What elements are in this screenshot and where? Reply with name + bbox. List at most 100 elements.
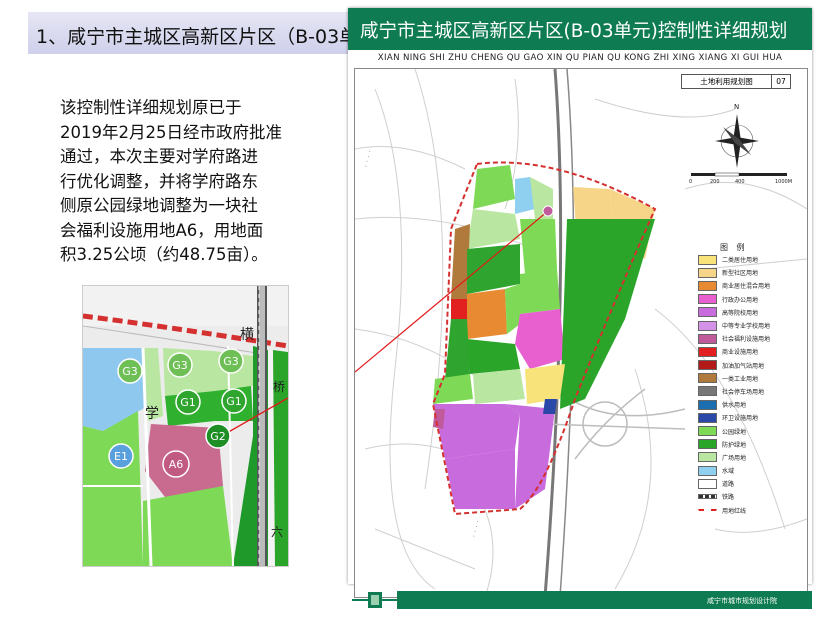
inset-label-g2: G2 [205, 423, 231, 449]
map-header: 咸宁市主城区高新区片区(B-03单元)控制性详细规划 [348, 8, 812, 50]
legend-swatch [698, 399, 717, 410]
description-line: 行优化调整，并将学府路东 [60, 171, 258, 191]
inset-road-qiao: 桥 [273, 380, 285, 394]
inset-road-heng: 横 [240, 327, 254, 343]
description-line: 通过，本次主要对学府路进 [60, 147, 258, 166]
legend-swatch [698, 320, 717, 331]
svg-text:G1: G1 [226, 395, 242, 408]
inset-label-g1a: G1 [175, 389, 201, 415]
legend-swatch [698, 307, 717, 318]
legend-item: 新型社区用地 [698, 266, 770, 279]
legend-swatch [698, 373, 717, 384]
svg-text:200: 200 [710, 179, 720, 185]
legend-label: 供水用地 [722, 402, 747, 410]
legend-swatch [698, 494, 717, 500]
legend-label: 用地红线 [722, 507, 747, 515]
description-text: 该控制性详细规划原已于 2019年2月25日经市政府批准 通过，本次主要对学府路… [60, 96, 310, 268]
legend-item: 社会停车场用地 [698, 385, 770, 398]
legend-item: 供水用地 [698, 398, 770, 411]
legend-swatch [698, 267, 717, 278]
legend-swatch [698, 508, 717, 512]
description-line: 会福利设施用地A6，用地面 [60, 220, 264, 240]
inset-label-g3b: G3 [167, 352, 193, 378]
svg-text:0: 0 [689, 179, 692, 185]
svg-text:1000M: 1000M [775, 179, 792, 185]
inset-map-drawing: G3 G3 G3 G1 G1 G2 E1 A6 横 学 桥 六 [83, 286, 288, 566]
footer-institute: 咸宁市城市规划设计院 [707, 597, 777, 605]
legend-swatch [698, 426, 717, 437]
inset-label-g3c: G3 [218, 348, 244, 374]
svg-text:G3: G3 [122, 365, 138, 378]
plan-map-panel: 咸宁市主城区高新区片区(B-03单元)控制性详细规划 XIAN NING SHI… [348, 8, 812, 598]
sheet-number: 07 [771, 74, 791, 89]
legend-label: 高等院校用地 [722, 309, 759, 317]
legend-item: 商业居住混合用地 [698, 279, 770, 292]
map-subtitle-pinyin: XIAN NING SHI ZHU CHENG QU GAO XIN QU PI… [377, 53, 783, 63]
legend-label: 铁路 [722, 494, 735, 502]
legend-swatch [698, 386, 717, 397]
legend-swatch [698, 346, 717, 357]
slide-title: 1、咸宁市主城区高新区片区（B-03单 [36, 26, 359, 48]
legend-swatch [698, 412, 717, 423]
map-legend: 二类居住用地 新型社区用地商业居住混合用地 行政办公用地 高等院校用地中等专业学校用地… [698, 253, 770, 517]
legend-label: 商业居住混合用地 [722, 283, 771, 291]
svg-text:G1: G1 [180, 396, 196, 409]
legend-label: 环卫设施用地 [722, 415, 759, 423]
legend-label: 社会福利设施用地 [722, 336, 771, 344]
inset-label-a6: A6 [162, 450, 190, 478]
legend-item: 一类工业用地 [698, 372, 770, 385]
legend-swatch [698, 280, 717, 291]
legend-item: 高等院校用地 [698, 306, 770, 319]
footer-decoration [352, 592, 398, 608]
legend-label: 商业设施用地 [722, 349, 759, 357]
legend-swatch [698, 294, 717, 305]
legend-item: 道路 [698, 477, 770, 490]
legend-label: 一类工业用地 [722, 375, 759, 383]
legend-label: 加油加气站用地 [722, 362, 765, 370]
inset-label-g3a: G3 [117, 358, 143, 384]
svg-text:G3: G3 [172, 359, 188, 372]
legend-item: 广场用地 [698, 451, 770, 464]
legend-label: 广场用地 [722, 454, 747, 462]
legend-label: 道路 [722, 481, 735, 489]
inset-road-xue: 学 [145, 406, 159, 422]
legend-item: 二类居住用地 [698, 253, 770, 266]
legend-item: 中等专业学校用地 [698, 319, 770, 332]
legend-label: 社会停车场用地 [722, 388, 765, 396]
legend-swatch [698, 465, 717, 476]
compass-n-label: N [734, 103, 739, 111]
description-line: 该控制性详细规划原已于 [60, 98, 242, 117]
legend-item: 用地红线 [698, 504, 770, 517]
legend-item: 社会福利设施用地 [698, 332, 770, 345]
legend-label: 防护绿地 [722, 441, 747, 449]
legend-swatch [698, 452, 717, 463]
legend-label: 公园绿地 [722, 428, 747, 436]
legend-swatch [698, 254, 717, 265]
legend-item: 铁路 [698, 490, 770, 503]
sheet-name: 土地利用规划图 [681, 74, 772, 89]
legend-title: 图 例 [720, 243, 748, 252]
svg-text:E1: E1 [114, 450, 128, 463]
legend-item: 商业设施用地 [698, 345, 770, 358]
legend-label: 行政办公用地 [722, 296, 759, 304]
description-line: 侧原公园绿地调整为一块社 [60, 196, 258, 215]
legend-label: 中等专业学校用地 [722, 323, 771, 331]
inset-label-g1b: G1 [221, 388, 247, 414]
legend-label: 二类居住用地 [722, 257, 759, 265]
svg-text:G3: G3 [223, 355, 239, 368]
legend-label: 新型社区用地 [722, 270, 759, 278]
legend-swatch [698, 478, 717, 489]
legend-item: 水域 [698, 464, 770, 477]
svg-text:400: 400 [735, 179, 745, 185]
description-line: 积3.25公顷（约48.75亩）。 [60, 245, 268, 264]
svg-text:G2: G2 [210, 430, 226, 443]
legend-swatch [698, 333, 717, 344]
description-line: 2019年2月25日经市政府批准 [60, 122, 282, 142]
legend-item: 行政办公用地 [698, 293, 770, 306]
legend-item: 公园绿地 [698, 424, 770, 437]
inset-map: G3 G3 G3 G1 G1 G2 E1 A6 横 学 桥 六 [82, 285, 289, 567]
legend-swatch [698, 360, 717, 371]
svg-text:A6: A6 [169, 458, 184, 471]
inset-label-e1: E1 [108, 443, 134, 469]
legend-swatch [698, 439, 717, 450]
